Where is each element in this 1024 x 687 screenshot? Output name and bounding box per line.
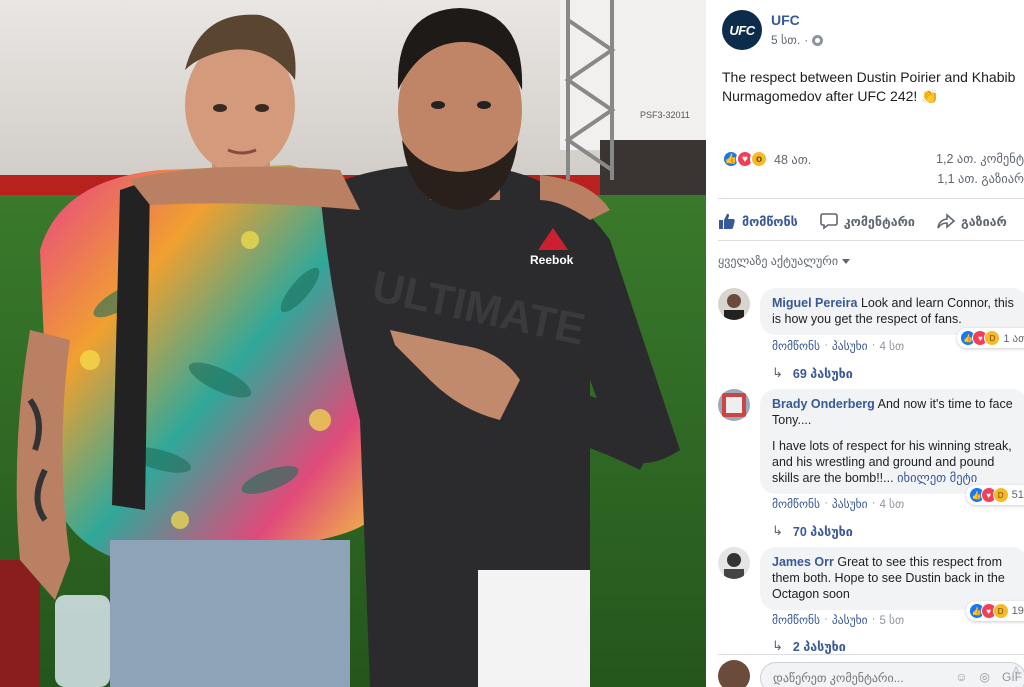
comments-count-link[interactable]: 1,2 ათ. კომენტ: [936, 151, 1024, 166]
comment-author-link[interactable]: James Orr: [772, 555, 834, 569]
commenter-avatar[interactable]: [718, 547, 750, 579]
divider: [718, 654, 1024, 655]
comment-reply-link[interactable]: პასუხი: [832, 613, 868, 627]
reactions-count: 48 ათ.: [774, 152, 812, 167]
wall-sign: PSF3-32011: [640, 110, 690, 120]
post-caption: The respect between Dustin Poirier and K…: [722, 69, 1016, 104]
comment-sort-dropdown[interactable]: ყველაზე აქტუალური: [718, 254, 851, 268]
comment-composer: ☺ ◎ GIF: [718, 660, 1024, 687]
wow-reaction-icon: o: [750, 150, 768, 168]
share-button[interactable]: გაზიარ: [937, 212, 1007, 230]
post-actions: მომწონს კომენტარი გაზიარ: [718, 204, 1024, 238]
comment-bubble: Brady Onderberg And now it's time to fac…: [760, 389, 1024, 494]
post-meta: 5 სთ. ·: [771, 33, 824, 47]
page-avatar[interactable]: UFC: [722, 10, 762, 50]
haha-reaction-icon: D: [992, 487, 1009, 503]
reply-arrow-icon: ↳: [772, 638, 783, 653]
comment-reactions[interactable]: 👍 ♥ D 198: [965, 601, 1024, 621]
globe-icon: [812, 34, 824, 46]
share-arrow-icon: [937, 213, 955, 229]
comment-actions: მომწონს · პასუხი · 5 სთ: [772, 613, 905, 627]
comment-icon: [819, 213, 838, 230]
shares-count-link[interactable]: 1,1 ათ. გაზიარ: [937, 171, 1024, 186]
emoji-icon[interactable]: ☺: [955, 670, 967, 684]
comment-reactions[interactable]: 👍 ♥ D 515: [965, 485, 1024, 505]
comment-like-link[interactable]: მომწონს: [772, 613, 820, 627]
comment-like-link[interactable]: მომწონს: [772, 497, 820, 511]
view-replies-link[interactable]: ↳ 70 პასუხი: [772, 523, 853, 539]
divider: [718, 198, 1024, 199]
comment-button[interactable]: კომენტარი: [819, 212, 915, 230]
svg-text:Reebok: Reebok: [530, 253, 574, 267]
comment-reactions[interactable]: 👍 ♥ D 1 ათ.: [957, 328, 1024, 348]
comment-reply-link[interactable]: პასუხი: [832, 497, 868, 511]
see-more-link[interactable]: იხილეთ მეტი: [897, 471, 977, 485]
view-replies-link[interactable]: ↳ 2 პასუხი: [772, 638, 846, 654]
comment-actions: მომწონს · პასუხი · 4 სთ: [772, 339, 905, 353]
page-name-link[interactable]: UFC: [771, 12, 800, 28]
comment-author-link[interactable]: Miguel Pereira: [772, 296, 857, 310]
thumbs-up-icon: [719, 213, 735, 229]
comment-time[interactable]: 5 სთ: [879, 613, 904, 627]
comment-author-link[interactable]: Brady Onderberg: [772, 397, 875, 411]
camera-icon[interactable]: ◎: [980, 670, 990, 684]
commenter-avatar[interactable]: [718, 288, 750, 320]
like-button[interactable]: მომწონს: [718, 212, 798, 230]
post-stats: 👍 ♥ o 48 ათ. 1,2 ათ. კომენტ 1,1 ათ. გაზი…: [722, 148, 1024, 192]
comment-time[interactable]: 4 სთ: [879, 339, 904, 353]
ad-label: A: [1011, 664, 1020, 678]
current-user-avatar: [718, 660, 750, 687]
comment-actions: მომწონს · პასუხი · 4 სთ: [772, 497, 905, 511]
caret-down-icon: [842, 258, 851, 264]
post-header: UFC UFC 5 სთ. ·: [722, 10, 1022, 52]
comment-like-link[interactable]: მომწონს: [772, 339, 820, 353]
photo-illustration: PSF3-32011 ULTIMATE Reebok: [0, 0, 706, 687]
post-panel: UFC UFC 5 სთ. · The respect between Dust…: [706, 0, 1024, 687]
reactions-summary[interactable]: 👍 ♥ o 48 ათ.: [722, 150, 811, 168]
comment-time[interactable]: 4 სთ: [879, 497, 904, 511]
divider: [718, 240, 1024, 241]
post-timestamp[interactable]: 5 სთ.: [771, 33, 800, 47]
post-photo[interactable]: PSF3-32011 ULTIMATE Reebok: [0, 0, 706, 687]
haha-reaction-icon: D: [984, 330, 1001, 346]
comment-reply-link[interactable]: პასუხი: [832, 339, 868, 353]
view-replies-link[interactable]: ↳ 69 პასუხი: [772, 365, 853, 381]
reply-arrow-icon: ↳: [772, 523, 783, 538]
haha-reaction-icon: D: [992, 603, 1009, 619]
reply-arrow-icon: ↳: [772, 365, 783, 380]
commenter-avatar[interactable]: [718, 389, 750, 421]
